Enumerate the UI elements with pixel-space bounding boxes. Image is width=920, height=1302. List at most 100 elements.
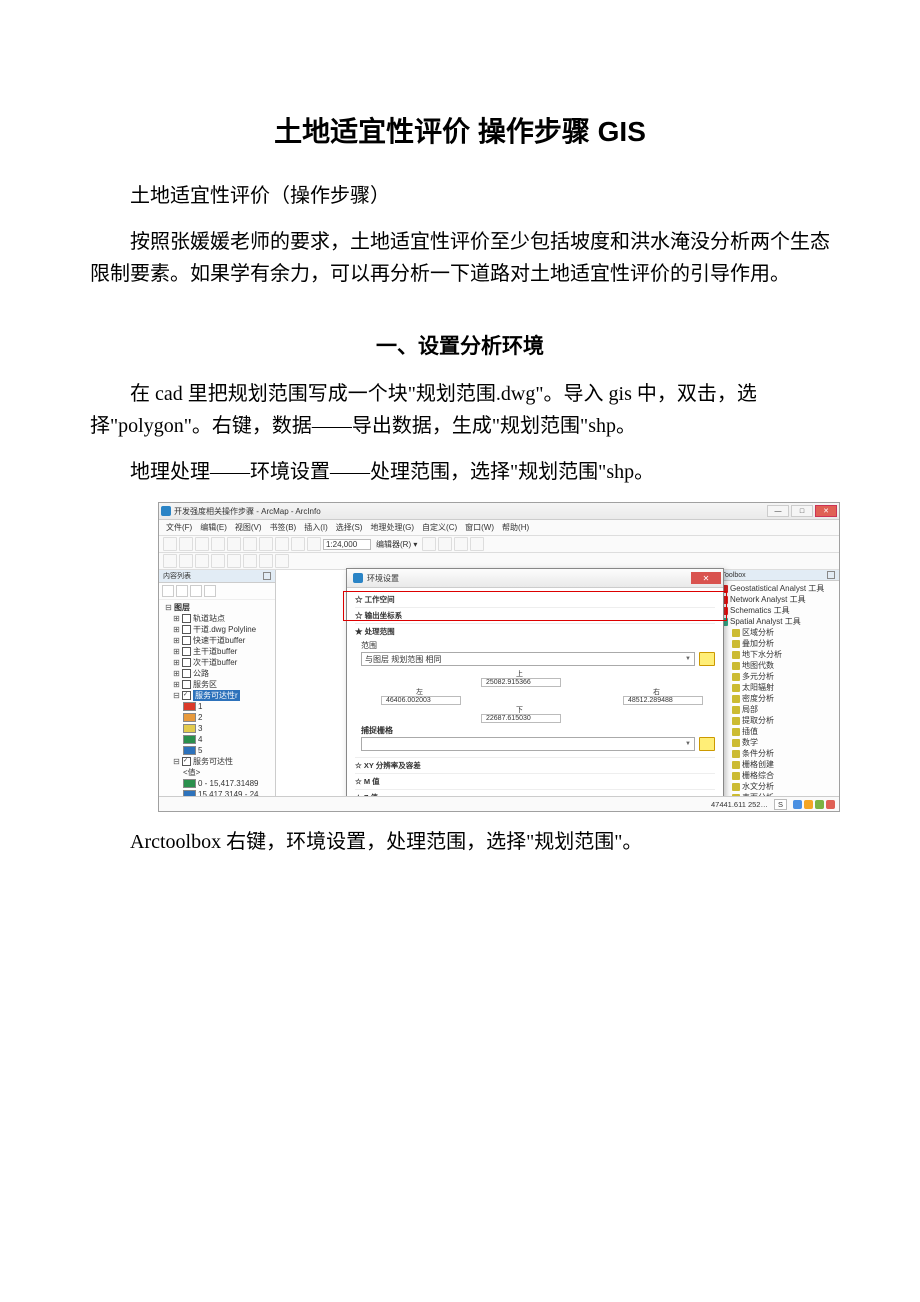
new-button[interactable]: [163, 537, 177, 551]
toc-list-by-drawing[interactable]: [162, 585, 174, 597]
layer-item[interactable]: 主干道buffer: [193, 646, 237, 657]
full-extent-button[interactable]: [211, 554, 225, 568]
layer-item[interactable]: 服务可达性: [193, 756, 233, 767]
layers-root[interactable]: 图层: [174, 602, 190, 613]
print-button[interactable]: [211, 537, 225, 551]
layer-checkbox[interactable]: [182, 680, 191, 689]
layer-checkbox[interactable]: [182, 757, 191, 766]
cut-button[interactable]: [227, 537, 241, 551]
browse-folder-button[interactable]: [699, 652, 715, 666]
section-m-value[interactable]: ☆ M 值: [355, 775, 715, 788]
toc-pin-icon[interactable]: [263, 572, 271, 580]
layer-item[interactable]: 干道.dwg Polyline: [193, 624, 256, 635]
layer-item[interactable]: 服务区: [193, 679, 217, 690]
section-processing-extent[interactable]: ★ 处理范围: [355, 625, 715, 638]
expand-icon[interactable]: ⊞: [173, 668, 180, 679]
toolbox-item[interactable]: 插值: [742, 726, 758, 737]
window-close-button[interactable]: ✕: [815, 505, 837, 517]
menu-help[interactable]: 帮助(H): [499, 521, 532, 534]
toolbox-item[interactable]: 数学: [742, 737, 758, 748]
snap-raster-combo[interactable]: ▼: [361, 737, 695, 751]
browse-folder-button[interactable]: [699, 737, 715, 751]
ime-indicator[interactable]: S: [774, 799, 787, 810]
toolbox-item[interactable]: Spatial Analyst 工具: [730, 616, 801, 627]
expand-icon[interactable]: ⊞: [173, 613, 180, 624]
expand-icon[interactable]: ⊟: [165, 602, 172, 613]
select-button[interactable]: [243, 554, 257, 568]
identify-button[interactable]: [227, 554, 241, 568]
zoom-out-button[interactable]: [179, 554, 193, 568]
layer-item[interactable]: 次干道buffer: [193, 657, 237, 668]
layer-checkbox[interactable]: [182, 647, 191, 656]
toolbox-item[interactable]: 提取分析: [742, 715, 774, 726]
toc-list-by-visibility[interactable]: [190, 585, 202, 597]
dialog-close-button[interactable]: ✕: [691, 572, 721, 584]
pan-button[interactable]: [195, 554, 209, 568]
find-button[interactable]: [275, 554, 289, 568]
toolbox-item[interactable]: 条件分析: [742, 748, 774, 759]
layer-checkbox[interactable]: [182, 658, 191, 667]
status-icon[interactable]: [804, 800, 813, 809]
menu-selection[interactable]: 选择(S): [333, 521, 366, 534]
layer-item[interactable]: 公路: [193, 668, 209, 679]
section-xy-tolerance[interactable]: ☆ XY 分辨率及容差: [355, 759, 715, 772]
toc-list-by-source[interactable]: [176, 585, 188, 597]
map-scale-combo[interactable]: 1:24,000: [323, 539, 371, 550]
menu-geoprocessing[interactable]: 地理处理(G): [367, 521, 417, 534]
add-data-button[interactable]: [307, 537, 321, 551]
toolbox-item[interactable]: 区域分析: [742, 627, 774, 638]
toolbar-btn-c[interactable]: [454, 537, 468, 551]
redo-button[interactable]: [291, 537, 305, 551]
expand-icon[interactable]: ⊞: [173, 635, 180, 646]
layer-item[interactable]: 快速干道buffer: [193, 635, 245, 646]
toolbox-item[interactable]: 水文分析: [742, 781, 774, 792]
toc-list-by-selection[interactable]: [204, 585, 216, 597]
layer-item[interactable]: 服务可达性r: [193, 690, 240, 701]
toolbox-item[interactable]: 局部: [742, 704, 758, 715]
extent-top-value[interactable]: 25082.915366: [481, 678, 561, 687]
expand-icon[interactable]: ⊟: [173, 690, 180, 701]
extent-left-value[interactable]: 46406.002003: [381, 696, 461, 705]
toolbar-btn-a[interactable]: [422, 537, 436, 551]
extent-right-value[interactable]: 48512.289488: [623, 696, 703, 705]
toolbox-item[interactable]: 栅格创建: [742, 759, 774, 770]
window-minimize-button[interactable]: —: [767, 505, 789, 517]
toolbox-item[interactable]: 密度分析: [742, 693, 774, 704]
layer-checkbox[interactable]: [182, 691, 191, 700]
toolbox-item[interactable]: 栅格综合: [742, 770, 774, 781]
layer-checkbox[interactable]: [182, 625, 191, 634]
status-icon[interactable]: [826, 800, 835, 809]
toolbox-item[interactable]: 叠加分析: [742, 638, 774, 649]
arctoolbox-pin-icon[interactable]: [827, 571, 835, 579]
toolbox-item[interactable]: Network Analyst 工具: [730, 594, 806, 605]
expand-icon[interactable]: ⊞: [173, 624, 180, 635]
paste-button[interactable]: [259, 537, 273, 551]
menu-view[interactable]: 视图(V): [232, 521, 265, 534]
menu-insert[interactable]: 插入(I): [301, 521, 331, 534]
layer-checkbox[interactable]: [182, 636, 191, 645]
toolbox-item[interactable]: 太阳辐射: [742, 682, 774, 693]
menu-window[interactable]: 窗口(W): [462, 521, 497, 534]
editor-dropdown[interactable]: 编辑器(R) ▾: [373, 539, 420, 550]
status-icon[interactable]: [793, 800, 802, 809]
copy-button[interactable]: [243, 537, 257, 551]
menu-edit[interactable]: 编辑(E): [197, 521, 230, 534]
section-output-crs[interactable]: ☆ 输出坐标系: [355, 609, 715, 622]
toolbar-btn-d[interactable]: [470, 537, 484, 551]
toolbox-item[interactable]: 地图代数: [742, 660, 774, 671]
expand-icon[interactable]: ⊞: [173, 679, 180, 690]
extent-bottom-value[interactable]: 22687.615030: [481, 714, 561, 723]
status-icon[interactable]: [815, 800, 824, 809]
toolbar-btn-b[interactable]: [438, 537, 452, 551]
menu-customize[interactable]: 自定义(C): [419, 521, 460, 534]
layer-item[interactable]: 道路3: [193, 811, 213, 812]
save-button[interactable]: [195, 537, 209, 551]
layer-checkbox[interactable]: [182, 614, 191, 623]
section-workspace[interactable]: ☆ 工作空间: [355, 593, 715, 606]
toolbox-item[interactable]: 多元分析: [742, 671, 774, 682]
toolbox-item[interactable]: Schematics 工具: [730, 605, 790, 616]
map-canvas[interactable]: 环境设置 ✕ ☆ 工作空间 ☆ 输出坐标系 ★ 处理范围 范围: [276, 570, 679, 812]
undo-button[interactable]: [275, 537, 289, 551]
layer-checkbox[interactable]: [182, 669, 191, 678]
expand-icon[interactable]: ⊞: [173, 646, 180, 657]
